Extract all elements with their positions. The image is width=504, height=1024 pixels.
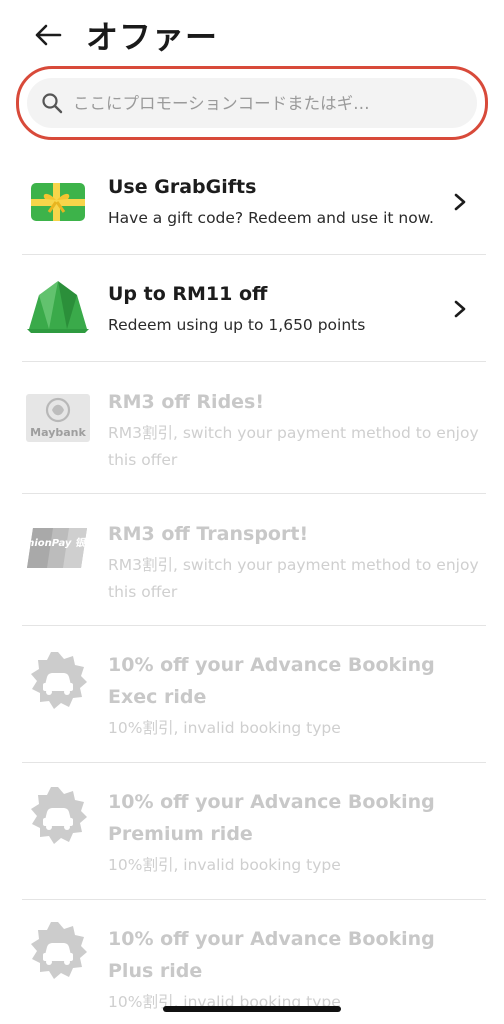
offer-item-grabgifts[interactable]: Use GrabGifts Have a gift code? Redeem a…: [0, 148, 504, 255]
offer-item-points[interactable]: Up to RM11 off Redeem using up to 1,650 …: [0, 255, 504, 362]
arrow-left-icon: [35, 24, 62, 46]
search-highlight-outline: [16, 66, 488, 140]
search-icon: [42, 93, 63, 114]
offer-title: Use GrabGifts: [108, 176, 257, 198]
offer-title: 10% off your Advance Booking Premium rid…: [108, 791, 435, 845]
chevron-right-icon: [454, 300, 466, 318]
maybank-card-icon: Maybank: [24, 390, 92, 446]
offer-item-premium[interactable]: 10% off your Advance Booking Premium rid…: [0, 763, 504, 900]
offer-title: RM3 off Rides!: [108, 391, 265, 413]
offer-subtitle: RM3割引, switch your payment method to enj…: [108, 556, 479, 601]
promo-code-input[interactable]: [73, 78, 468, 128]
offer-subtitle: RM3割引, switch your payment method to enj…: [108, 424, 479, 469]
offer-item-unionpay[interactable]: UnionPay 银联 RM3 off Transport! RM3割引, sw…: [0, 494, 504, 626]
offer-item-exec[interactable]: 10% off your Advance Booking Exec ride 1…: [0, 626, 504, 763]
offer-title: Up to RM11 off: [108, 283, 268, 305]
search-field[interactable]: [27, 78, 477, 128]
back-button[interactable]: [28, 18, 68, 52]
car-badge-icon: [24, 787, 92, 844]
offer-title: 10% off your Advance Booking Plus ride: [108, 928, 435, 982]
unionpay-logo-text: UnionPay 银联: [25, 537, 91, 549]
offer-title: 10% off your Advance Booking Exec ride: [108, 654, 435, 708]
gift-card-icon: [24, 174, 92, 230]
offer-subtitle: Redeem using up to 1,650 points: [108, 316, 366, 334]
offer-subtitle: 10%割引, invalid booking type: [108, 719, 341, 737]
chevron-right-icon: [454, 193, 466, 211]
offer-subtitle: Have a gift code? Redeem and use it now.: [108, 209, 434, 227]
offer-item-maybank[interactable]: Maybank RM3 off Rides! RM3割引, switch you…: [0, 362, 504, 494]
home-indicator[interactable]: [163, 1006, 341, 1012]
car-badge-icon: [24, 922, 92, 979]
grabrewards-crown-icon: [24, 277, 92, 333]
car-badge-icon: [24, 652, 92, 709]
page-title: オファー: [86, 18, 219, 56]
unionpay-card-icon: UnionPay 银联: [24, 520, 92, 576]
offer-subtitle: 10%割引, invalid booking type: [108, 856, 341, 874]
maybank-logo-text: Maybank: [30, 426, 86, 439]
header: オファー: [0, 0, 504, 70]
offer-title: RM3 off Transport!: [108, 523, 309, 545]
